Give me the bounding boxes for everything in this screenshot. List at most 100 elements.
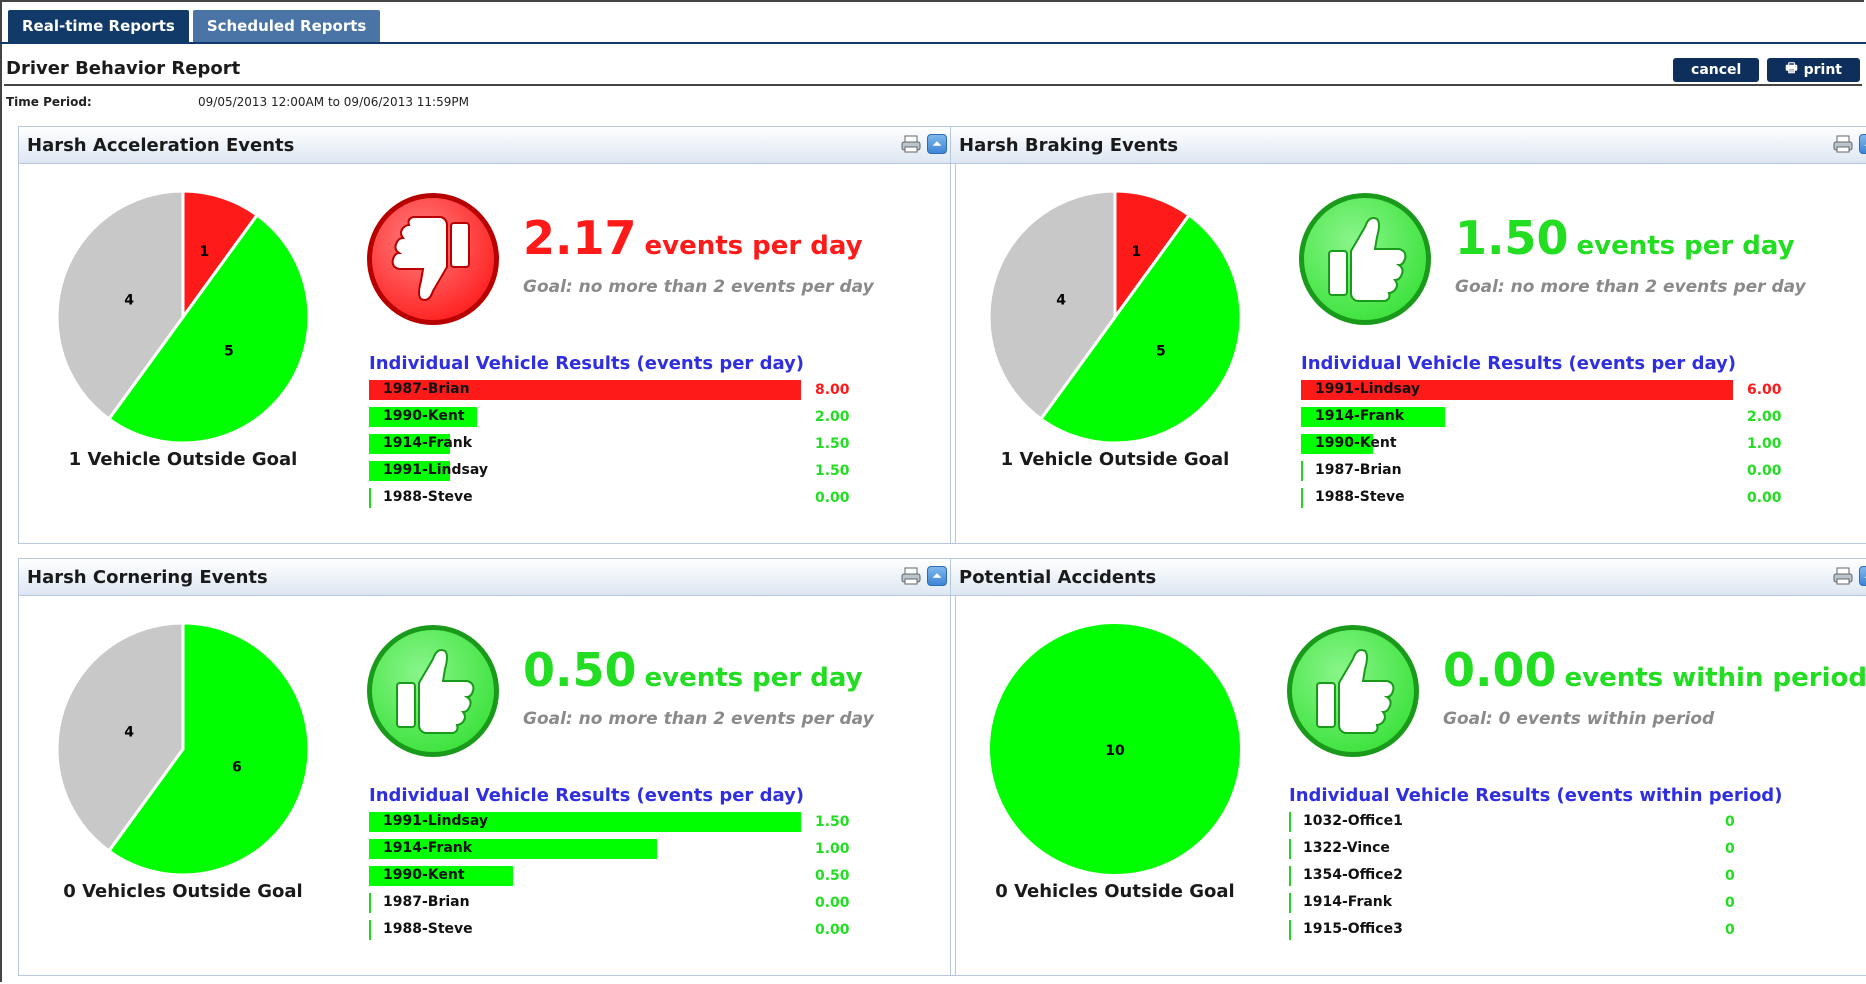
tab-divider (0, 42, 1866, 44)
collapse-icon[interactable] (927, 566, 947, 586)
result-bar (1289, 812, 1291, 832)
vehicle-name: 1991-Lindsay (1315, 381, 1420, 397)
title-divider (4, 84, 1862, 86)
result-row: 1032-Office1 0 (1289, 810, 1789, 837)
vehicle-goal-pie-chart: 1 5 4 (53, 187, 313, 447)
vehicle-name: 1990-Kent (1315, 435, 1397, 451)
print-label: print (1803, 62, 1842, 78)
pie-caption: 0 Vehicles Outside Goal (63, 881, 303, 902)
rate-display: 1.50 events per day (1455, 211, 1795, 265)
panel-header: Harsh Acceleration Events (19, 127, 955, 164)
pie-slice-label: 1 (200, 244, 210, 260)
result-bar (369, 920, 371, 940)
vehicle-value: 0.00 (815, 490, 850, 506)
result-row: 1987-Brian 0.00 (369, 891, 869, 918)
tab-scheduled-reports[interactable]: Scheduled Reports (192, 10, 381, 42)
time-period-label: Time Period: (6, 95, 92, 109)
rate-value: 2.17 (523, 211, 637, 265)
vehicle-value: 1.00 (1747, 436, 1782, 452)
pie-slice-label: 5 (224, 343, 234, 359)
thumbs-up-icon (363, 621, 503, 761)
results-heading: Individual Vehicle Results (events per d… (1301, 353, 1737, 374)
rate-value: 1.50 (1455, 211, 1569, 265)
page-title: Driver Behavior Report (6, 58, 241, 79)
vehicle-value: 0 (1725, 895, 1735, 911)
pie-slice-label: 4 (1056, 292, 1066, 308)
vehicle-value: 2.00 (1747, 409, 1782, 425)
time-period: Time Period: 09/05/2013 12:00AM to 09/06/… (6, 95, 469, 109)
results-heading: Individual Vehicle Results (events withi… (1289, 785, 1783, 806)
vehicle-name: 1987-Brian (1315, 462, 1402, 478)
printer-icon[interactable] (1833, 134, 1853, 154)
goal-text: Goal: 0 events within period (1443, 709, 1715, 729)
panel-header: Harsh Braking Events (951, 127, 1866, 164)
vehicle-value: 6.00 (1747, 382, 1782, 398)
vehicle-name: 1914-Frank (383, 435, 473, 451)
goal-text: Goal: no more than 2 events per day (523, 709, 874, 729)
vehicle-name: 1991-Lindsay (383, 462, 488, 478)
panel-title: Harsh Braking Events (959, 135, 1179, 156)
report-panel: Harsh Braking Events 1 5 4 1 Vehicle Outsi… (950, 126, 1866, 544)
vehicle-goal-pie-chart: 10 (985, 619, 1245, 879)
result-row: 1354-Office2 0 (1289, 864, 1789, 891)
vehicle-goal-pie-chart: 1 5 4 (985, 187, 1245, 447)
vehicle-name: 1988-Steve (383, 489, 473, 505)
result-bar (369, 893, 371, 913)
vehicle-value: 1.50 (815, 436, 850, 452)
pie-caption: 0 Vehicles Outside Goal (995, 881, 1235, 902)
print-button[interactable]: 🖶 print (1767, 58, 1860, 82)
vehicle-value: 1.00 (815, 841, 850, 857)
tab-real-time-reports[interactable]: Real-time Reports (8, 10, 189, 42)
result-bar (1289, 866, 1291, 886)
thumbs-up-icon (1283, 621, 1423, 761)
toolbar: cancel 🖶 print (1673, 58, 1860, 82)
vehicle-value: 1.50 (815, 463, 850, 479)
rate-display: 2.17 events per day (523, 211, 863, 265)
vehicle-results-list: 1991-Lindsay 1.50 1914-Frank 1.00 1990-K… (369, 810, 869, 945)
printer-icon[interactable] (901, 566, 921, 586)
rate-unit: events per day (644, 231, 863, 261)
time-period-value: 09/05/2013 12:00AM to 09/06/2013 11:59PM (198, 95, 469, 109)
pie-slice-label: 1 (1132, 244, 1142, 260)
collapse-icon[interactable] (1859, 134, 1866, 154)
vehicle-value: 0.00 (815, 922, 850, 938)
printer-icon[interactable] (1833, 566, 1853, 586)
rate-value: 0.50 (523, 643, 637, 697)
result-row: 1987-Brian 0.00 (1301, 459, 1801, 486)
pie-caption: 1 Vehicle Outside Goal (68, 449, 298, 470)
panel-title: Potential Accidents (959, 567, 1157, 588)
vehicle-results-list: 1032-Office1 0 1322-Vince 0 1354-Office2… (1289, 810, 1789, 945)
pie-slice-label: 6 (232, 760, 242, 776)
results-heading: Individual Vehicle Results (events per d… (369, 785, 805, 806)
result-row: 1914-Frank 2.00 (1301, 405, 1801, 432)
vehicle-value: 1.50 (815, 814, 850, 830)
result-row: 1914-Frank 0 (1289, 891, 1789, 918)
report-panel: Potential Accidents 10 0 Vehicles Outsid… (950, 558, 1866, 976)
vehicle-name: 1990-Kent (383, 867, 465, 883)
pie-slice-label: 10 (1105, 743, 1125, 759)
result-row: 1322-Vince 0 (1289, 837, 1789, 864)
vehicle-name: 1914-Frank (1315, 408, 1405, 424)
result-row: 1990-Kent 2.00 (369, 405, 869, 432)
report-panel: Harsh Cornering Events 64 0 Vehicles Out… (18, 558, 956, 976)
result-bar (1289, 893, 1291, 913)
result-row: 1988-Steve 0.00 (369, 918, 869, 945)
thumbs-up-icon (1295, 189, 1435, 329)
collapse-icon[interactable] (927, 134, 947, 154)
vehicle-value: 0.50 (815, 868, 850, 884)
cancel-button[interactable]: cancel (1673, 58, 1760, 82)
vehicle-name: 1914-Frank (383, 840, 473, 856)
vehicle-name: 1988-Steve (1315, 489, 1405, 505)
collapse-icon[interactable] (1859, 566, 1866, 586)
rate-unit: events within period (1564, 663, 1866, 693)
printer-icon: 🖶 (1785, 61, 1798, 76)
vehicle-value: 0 (1725, 868, 1735, 884)
report-panel: Harsh Acceleration Events 1 5 4 1 Vehicle … (18, 126, 956, 544)
printer-icon[interactable] (901, 134, 921, 154)
vehicle-results-list: 1991-Lindsay 6.00 1914-Frank 2.00 1990-K… (1301, 378, 1801, 513)
rate-display: 0.50 events per day (523, 643, 863, 697)
result-row: 1987-Brian 8.00 (369, 378, 869, 405)
vehicle-value: 0.00 (1747, 490, 1782, 506)
result-bar (1289, 839, 1291, 859)
result-row: 1991-Lindsay 1.50 (369, 459, 869, 486)
